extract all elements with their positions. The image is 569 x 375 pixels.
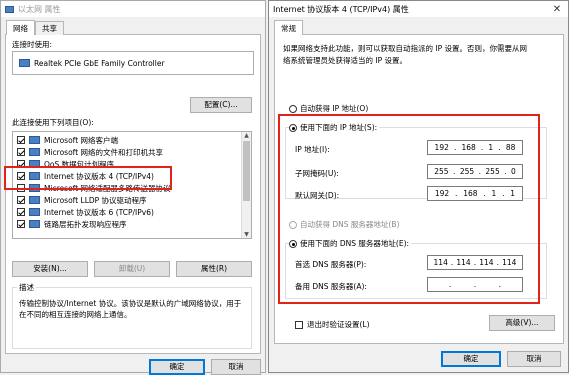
- adapter-name: Realtek PCIe GbE Family Controller: [34, 58, 165, 68]
- list-item-label: Microsoft 网络客户端: [44, 135, 119, 145]
- validate-label: 退出时验证设置(L): [307, 320, 370, 329]
- tab-bar: 网络 共享: [6, 20, 265, 35]
- connect-using-label: 连接时使用:: [12, 40, 53, 49]
- cancel-button[interactable]: 取消: [507, 351, 561, 367]
- list-item-label: Microsoft 网络的文件和打印机共享: [44, 147, 164, 157]
- network-adapter-icon: [5, 5, 14, 13]
- protocol-icon: [29, 208, 40, 216]
- intro-line-2: 络系统管理员处获得适当的 IP 设置。: [283, 56, 408, 65]
- install-button[interactable]: 安装(N)...: [12, 261, 88, 277]
- list-item-label: Internet 协议版本 6 (TCP/IPv6): [44, 207, 154, 217]
- window-title: Internet 协议版本 4 (TCP/IPv4) 属性: [273, 4, 409, 14]
- protocol-icon: [29, 220, 40, 228]
- intro-line-1: 如果网络支持此功能，则可以获取自动指派的 IP 设置。否则，你需要从网: [283, 44, 528, 53]
- tab-sharing[interactable]: 共享: [35, 21, 64, 35]
- network-adapter-icon: [19, 59, 30, 67]
- list-item-label: 链路层拓扑发现响应程序: [44, 219, 127, 229]
- adapter-box: Realtek PCIe GbE Family Controller: [12, 51, 254, 75]
- list-item-label: Microsoft LLDP 协议驱动程序: [44, 195, 147, 205]
- description-text: 传输控制协议/Internet 协议。该协议是默认的广域网络协议，用于在不同的相…: [19, 299, 242, 319]
- auto-ip-option[interactable]: 自动获得 IP 地址(O): [289, 103, 368, 114]
- checkbox[interactable]: [17, 148, 25, 156]
- title-bar: 以太网 属性: [1, 1, 265, 17]
- list-item[interactable]: Internet 协议版本 6 (TCP/IPv6): [17, 206, 154, 218]
- checkbox[interactable]: [17, 208, 25, 216]
- description-label: 描述: [17, 282, 36, 293]
- list-item[interactable]: Microsoft 网络的文件和打印机共享: [17, 146, 163, 158]
- configure-button[interactable]: 配置(C)...: [190, 97, 252, 113]
- checkbox[interactable]: [295, 321, 303, 329]
- highlight-ip-dns-settings: [278, 114, 540, 304]
- list-item[interactable]: Microsoft LLDP 协议驱动程序: [17, 194, 147, 206]
- checkbox[interactable]: [17, 136, 25, 144]
- ok-button[interactable]: 确定: [441, 351, 501, 367]
- radio[interactable]: [289, 105, 297, 113]
- list-scrollbar[interactable]: ▲ ▼: [241, 132, 251, 238]
- items-label: 此连接使用下列项目(O):: [12, 118, 94, 127]
- list-item[interactable]: Microsoft 网络客户端: [17, 134, 118, 146]
- scroll-down-icon[interactable]: ▼: [242, 231, 251, 238]
- advanced-button[interactable]: 高级(V)...: [489, 315, 555, 331]
- scroll-up-icon[interactable]: ▲: [242, 132, 251, 139]
- tab-network[interactable]: 网络: [6, 20, 35, 35]
- checkbox[interactable]: [17, 196, 25, 204]
- checkbox[interactable]: [17, 220, 25, 228]
- uninstall-button[interactable]: 卸载(U): [94, 261, 170, 277]
- window-title: 以太网 属性: [18, 4, 61, 14]
- network-client-icon: [29, 136, 40, 144]
- description-group: 描述 传输控制协议/Internet 协议。该协议是默认的广域网络协议，用于在不…: [12, 282, 252, 349]
- tab-bar: 常规: [274, 20, 568, 35]
- title-bar: Internet 协议版本 4 (TCP/IPv4) 属性 ✕: [269, 1, 568, 17]
- highlight-ipv4-item: [4, 166, 172, 190]
- auto-ip-label: 自动获得 IP 地址(O): [300, 104, 369, 113]
- validate-option[interactable]: 退出时验证设置(L): [295, 319, 370, 330]
- file-share-icon: [29, 148, 40, 156]
- protocol-icon: [29, 196, 40, 204]
- tab-general[interactable]: 常规: [274, 20, 303, 35]
- close-icon[interactable]: ✕: [546, 4, 568, 15]
- network-tab-panel: 连接时使用: Realtek PCIe GbE Family Controlle…: [5, 34, 261, 354]
- properties-button[interactable]: 属性(R): [176, 261, 252, 277]
- list-item[interactable]: 链路层拓扑发现响应程序: [17, 218, 127, 230]
- scroll-thumb[interactable]: [243, 141, 250, 201]
